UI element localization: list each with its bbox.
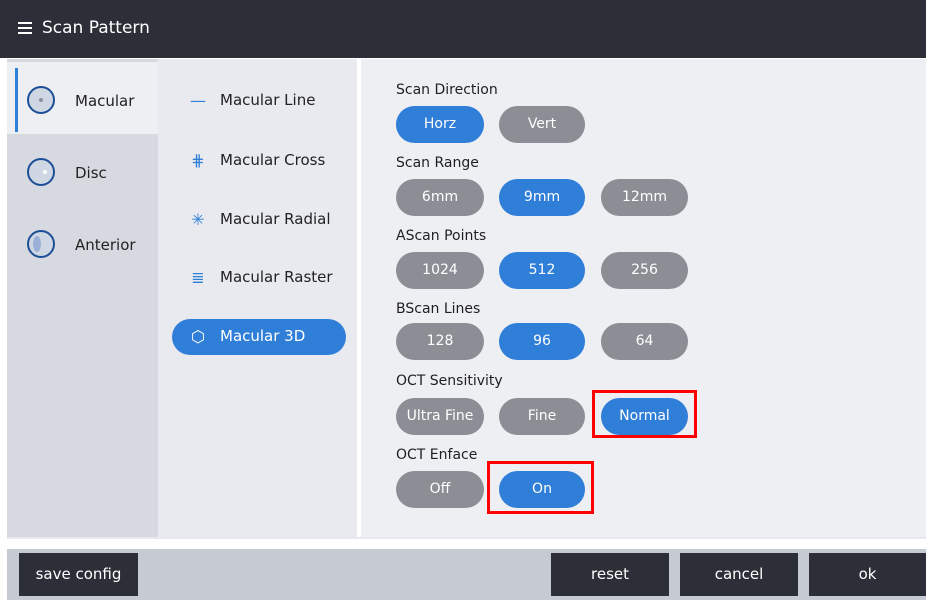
scan-range-6mm-button[interactable]: 6mm (396, 179, 484, 216)
pattern-macular-raster[interactable]: ≣ Macular Raster (172, 260, 346, 296)
cancel-button[interactable]: cancel (680, 553, 798, 596)
app-window: Scan Pattern Macular Disc Anterior — Mac… (0, 0, 926, 600)
page-title: Scan Pattern (42, 18, 150, 38)
scan-direction-horz-button[interactable]: Horz (396, 106, 484, 143)
pattern-macular-3d[interactable]: ⬡ Macular 3D (172, 319, 346, 355)
category-macular[interactable]: Macular (7, 62, 158, 134)
sensitivity-fine-button[interactable]: Fine (499, 398, 585, 435)
oct-enface-label: OCT Enface (396, 447, 478, 463)
pattern-label: Macular Line (220, 91, 316, 109)
pattern-panel (158, 59, 357, 537)
raster-icon: ≣ (191, 268, 205, 287)
category-disc[interactable]: Disc (7, 134, 158, 206)
reset-button[interactable]: reset (551, 553, 669, 596)
radial-icon: ✳ (191, 210, 205, 229)
ascan-points-label: AScan Points (396, 228, 487, 244)
oct-sensitivity-label: OCT Sensitivity (396, 373, 503, 389)
title-bar: Scan Pattern (0, 0, 926, 58)
pattern-label: Macular 3D (220, 327, 306, 345)
cross-grid-icon: ⋕ (191, 151, 205, 170)
pattern-label: Macular Cross (220, 151, 326, 169)
category-label: Disc (75, 164, 107, 182)
category-label: Anterior (75, 236, 136, 254)
scan-range-label: Scan Range (396, 155, 479, 171)
enface-off-button[interactable]: Off (396, 471, 484, 508)
macular-eye-icon (27, 86, 55, 114)
bscan-96-button[interactable]: 96 (499, 323, 585, 360)
save-config-button[interactable]: save config (19, 553, 138, 596)
sensitivity-ultra-fine-button[interactable]: Ultra Fine (396, 398, 484, 435)
ascan-1024-button[interactable]: 1024 (396, 252, 484, 289)
bscan-lines-label: BScan Lines (396, 301, 481, 317)
scan-direction-vert-button[interactable]: Vert (499, 106, 585, 143)
scan-range-9mm-button[interactable]: 9mm (499, 179, 585, 216)
anterior-eye-icon (27, 230, 55, 258)
disc-eye-icon (27, 158, 55, 186)
highlight-box (592, 390, 697, 438)
cube-icon: ⬡ (191, 327, 205, 346)
category-label: Macular (75, 92, 135, 110)
pattern-macular-cross[interactable]: ⋕ Macular Cross (172, 143, 346, 179)
ascan-256-button[interactable]: 256 (601, 252, 688, 289)
category-anterior[interactable]: Anterior (7, 206, 158, 278)
ascan-512-button[interactable]: 512 (499, 252, 585, 289)
highlight-box (487, 461, 594, 514)
line-icon: — (190, 91, 206, 110)
pattern-macular-line[interactable]: — Macular Line (172, 83, 346, 119)
bscan-64-button[interactable]: 64 (601, 323, 688, 360)
scan-direction-label: Scan Direction (396, 82, 498, 98)
hamburger-menu-icon[interactable] (18, 22, 32, 34)
pattern-macular-radial[interactable]: ✳ Macular Radial (172, 202, 346, 238)
scan-range-12mm-button[interactable]: 12mm (601, 179, 688, 216)
bscan-128-button[interactable]: 128 (396, 323, 484, 360)
ok-button[interactable]: ok (809, 553, 926, 596)
pattern-label: Macular Radial (220, 210, 331, 228)
pattern-label: Macular Raster (220, 268, 333, 286)
